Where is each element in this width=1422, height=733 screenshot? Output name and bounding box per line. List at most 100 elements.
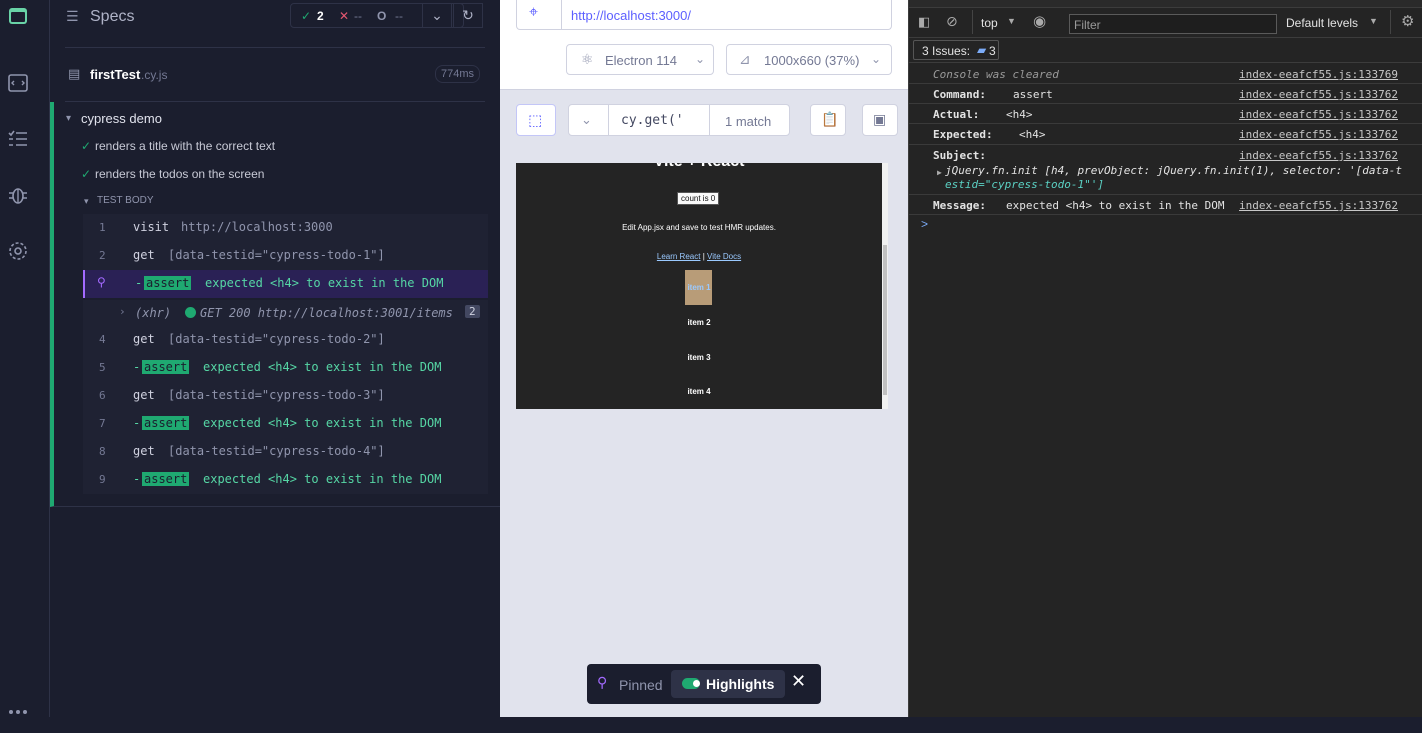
command-row[interactable]: 1 visit http://localhost:3000 [83, 214, 488, 242]
scrollbar[interactable] [882, 163, 888, 409]
command-row[interactable]: 6 get [data-testid="cypress-todo-3"] [83, 382, 488, 410]
console-message: Actual: <h4> index-eeafcf55.js:133762 [909, 104, 1422, 124]
app-logo-icon[interactable] [7, 6, 29, 28]
command-row[interactable]: 5 - assert expected <h4> to exist in the… [83, 354, 488, 382]
command-row[interactable]: 2 get [data-testid="cypress-todo-1"] [83, 242, 488, 270]
test-title-1[interactable]: renders a title with the correct text [95, 139, 275, 153]
vite-docs-link[interactable]: Vite Docs [707, 252, 741, 261]
console-label: Message: [933, 199, 986, 212]
clear-console-icon[interactable]: ⊘ [946, 13, 958, 30]
specs-title[interactable]: Specs [90, 8, 134, 26]
viewport-select[interactable]: ⊿ 1000x660 (37%) ⌄ [726, 44, 892, 75]
copy-button[interactable]: 📋 [810, 104, 846, 136]
command-row[interactable]: 9 - assert expected <h4> to exist in the… [83, 466, 488, 494]
test-body-label[interactable]: TEST BODY [97, 195, 154, 206]
command-row[interactable]: 8 get [data-testid="cypress-todo-4"] [83, 438, 488, 466]
url-bar[interactable]: ⌖ http://localhost:3000/ [516, 0, 892, 30]
keyboard-icon[interactable] [7, 706, 29, 728]
command-message: [data-testid="cypress-todo-3"] [168, 388, 385, 402]
context-select[interactable]: top [981, 16, 998, 30]
debug-icon[interactable] [7, 184, 29, 206]
suite-title[interactable]: cypress demo [81, 111, 162, 126]
chevron-down-icon[interactable]: ⌄ [422, 3, 452, 28]
specs-icon[interactable] [7, 72, 29, 94]
crosshair-icon[interactable]: ⌖ [529, 4, 538, 22]
source-link[interactable]: index-eeafcf55.js:133762 [1239, 128, 1398, 141]
devtools-tabs-strip [909, 0, 1422, 8]
console-message: Expected: <h4> index-eeafcf55.js:133762 [909, 124, 1422, 145]
chevron-down-icon[interactable]: ▾ [66, 113, 71, 124]
console-message: Command: assert index-eeafcf55.js:133762 [909, 84, 1422, 104]
command-number: 6 [99, 389, 106, 402]
test-title-2[interactable]: renders the todos on the screen [95, 167, 264, 181]
print-to-console-button[interactable]: ▣ [862, 104, 898, 136]
spec-ext: .cy.js [141, 68, 168, 82]
command-row-pinned[interactable]: ⚲ - assert expected <h4> to exist in the… [83, 270, 488, 298]
xhr-row[interactable]: › (xhr) GET 200 http://localhost:3001/it… [83, 300, 488, 326]
todo-item: item 2 [687, 318, 711, 327]
chevron-down-icon[interactable]: ⌄ [581, 112, 592, 128]
issues-button[interactable]: 3 Issues: ▰ 3 [913, 40, 999, 60]
chevron-down-icon[interactable]: ▼ [1369, 16, 1378, 26]
command-number: 2 [99, 249, 106, 262]
browser-select[interactable]: ⚛ Electron 114 ⌄ [566, 44, 714, 75]
source-link[interactable]: index-eeafcf55.js:133762 [1239, 108, 1398, 121]
failed-count: -- [354, 9, 362, 23]
specs-list-icon[interactable]: ☰ [66, 8, 79, 25]
selector-input-group: ⌄ cy.get(' 1 match [568, 104, 790, 136]
selector-playground-button[interactable]: ⬚ [516, 104, 556, 136]
selector-input[interactable]: cy.get(' [621, 113, 684, 128]
filter-input[interactable]: Filter [1069, 14, 1277, 34]
command-name: - [133, 360, 141, 374]
issues-label: 3 Issues: [922, 44, 971, 58]
expand-triangle-icon[interactable]: ▶ [937, 168, 942, 177]
viewport-label: 1000x660 (37%) [764, 53, 860, 68]
pinned-label: Pinned [619, 677, 663, 693]
console-value: expected <h4> to exist in the DOM [1006, 199, 1225, 212]
command-message: http://localhost:3000 [181, 220, 333, 234]
electron-icon: ⚛ [581, 51, 594, 67]
highlights-toggle[interactable]: Highlights [671, 670, 785, 698]
settings-icon[interactable] [7, 240, 29, 262]
command-message: [data-testid="cypress-todo-1"] [168, 248, 385, 262]
xhr-message: GET 200 http://localhost:3001/items [200, 306, 453, 320]
gear-icon[interactable]: ⚙ [1401, 12, 1414, 30]
scrollbar-thumb[interactable] [883, 245, 887, 395]
chevron-right-icon[interactable]: › [119, 305, 126, 318]
selector-icon: ⬚ [528, 112, 543, 129]
count-button[interactable]: count is 0 [677, 192, 720, 205]
levels-select[interactable]: Default levels [1286, 16, 1358, 30]
source-link[interactable]: index-eeafcf55.js:133762 [1239, 199, 1398, 212]
sidebar-toggle-icon[interactable]: ◧ [918, 14, 930, 30]
console-toolbar: ◧ ⊘ top ▼ ◉ Filter Default levels ▼ ⚙ [909, 8, 1422, 38]
command-name: get [133, 388, 155, 402]
command-number: 7 [99, 417, 106, 430]
learn-react-link[interactable]: Learn React [657, 252, 701, 261]
eye-icon[interactable]: ◉ [1033, 12, 1046, 30]
console-text: Console was cleared [933, 68, 1059, 81]
url-divider [561, 0, 562, 30]
command-row[interactable]: 7 - assert expected <h4> to exist in the… [83, 410, 488, 438]
runs-icon[interactable] [7, 128, 29, 150]
refresh-icon[interactable]: ↻ [453, 3, 483, 28]
devtools-panel: ◧ ⊘ top ▼ ◉ Filter Default levels ▼ ⚙ 3 … [908, 0, 1422, 717]
source-link[interactable]: index-eeafcf55.js:133769 [1239, 68, 1398, 81]
chevron-down-icon[interactable]: ▼ [1007, 16, 1016, 26]
toggle-knob [693, 680, 700, 687]
source-link[interactable]: index-eeafcf55.js:133762 [1239, 88, 1398, 101]
source-link[interactable]: index-eeafcf55.js:133762 [1239, 149, 1398, 162]
xhr-count-badge: 2 [465, 305, 480, 318]
chevron-down-icon[interactable]: ▾ [84, 196, 89, 207]
console-prompt[interactable]: > [921, 217, 928, 231]
todo-item: item 3 [687, 353, 711, 362]
command-number: 1 [99, 221, 106, 234]
url-text[interactable]: http://localhost:3000/ [571, 8, 691, 23]
subject-object[interactable]: jQuery.fn.init [h4, prevObject: jQuery.f… [945, 164, 1415, 177]
console-value: <h4> [1019, 128, 1046, 141]
close-icon[interactable]: ✕ [791, 671, 806, 692]
pinned-bar: ⚲ Pinned Highlights ✕ [587, 664, 821, 704]
todo-item: item 1 [687, 283, 711, 292]
pin-icon: ⚲ [97, 275, 106, 289]
command-row[interactable]: 4 get [data-testid="cypress-todo-2"] [83, 326, 488, 354]
console-label: Subject: [933, 149, 986, 162]
